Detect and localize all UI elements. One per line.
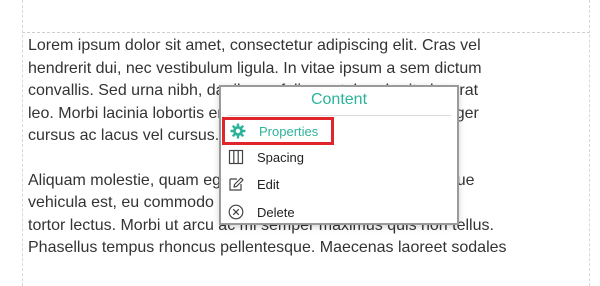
text-line: Lorem ipsum dolor sit amet, consectetur … <box>28 37 481 54</box>
context-menu: Content Properties Spacing Edit Delete <box>219 85 459 225</box>
menu-item-edit[interactable]: Edit <box>223 172 279 196</box>
menu-item-label: Properties <box>259 123 319 139</box>
menu-item-properties[interactable]: Properties <box>222 117 334 145</box>
block-outline-top <box>22 0 590 33</box>
edit-icon <box>227 175 245 193</box>
context-menu-title: Content <box>310 91 368 108</box>
menu-item-label: Edit <box>257 176 280 192</box>
menu-item-label: Spacing <box>257 149 304 165</box>
menu-divider <box>227 115 451 116</box>
menu-item-spacing[interactable]: Spacing <box>223 145 304 169</box>
block-outline-left <box>22 0 23 286</box>
delete-circle-x-icon <box>227 203 245 221</box>
menu-item-label: Delete <box>257 204 295 220</box>
editor-canvas: Lorem ipsum dolor sit amet, consectetur … <box>0 0 600 286</box>
text-line: hendrerit dui, nec vestibulum ligula. In… <box>28 59 482 77</box>
menu-item-delete[interactable]: Delete <box>223 200 295 224</box>
gear-icon <box>229 122 247 140</box>
text-line: Phasellus tempus rhoncus pellentesque. M… <box>28 239 507 256</box>
columns-icon <box>227 148 245 166</box>
